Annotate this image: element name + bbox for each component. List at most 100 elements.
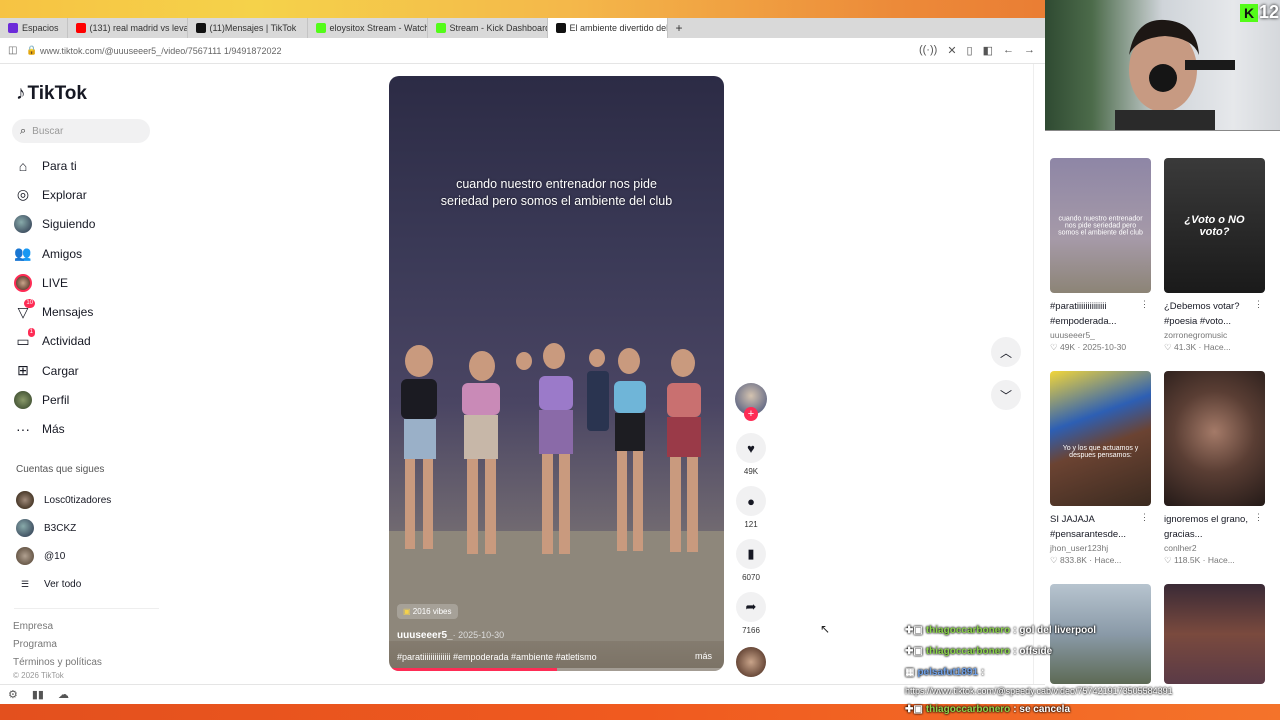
settings-icon[interactable]: ⚙ [8,688,18,701]
music-vibes-tag[interactable]: ▣ 2016 vibes [397,604,458,619]
recommended-thumbnail[interactable]: Yo y los que actuamos y despues pensamos… [1050,371,1151,506]
nav-perfil[interactable]: Perfil [14,385,95,414]
following-item[interactable]: B3CKZ [16,514,111,542]
tab-tiktok-messages[interactable]: (11)Mensajes | TikTok [188,18,308,38]
following-avatar-icon [14,215,32,234]
forward-icon[interactable]: → [1024,44,1035,57]
back-icon[interactable]: ← [1003,44,1014,57]
like-button[interactable]: ♥ [736,433,766,463]
nav-cargar[interactable]: ⊞ Cargar [14,356,95,385]
footer-link-terminos[interactable]: Términos y políticas [13,654,102,672]
recommended-title[interactable]: SI JAJAJA #pensarantesde... [1050,512,1142,542]
bookmark-icon[interactable]: ▯ [967,44,973,57]
more-options-icon[interactable]: ⋮ [1254,299,1263,310]
recommended-stats: ♡ 41.3K · Hace... [1164,342,1231,352]
lock-icon: 🔒 [26,45,38,55]
recommended-panel: cuando nuestro entrenador nos pide serie… [1033,64,1280,704]
compass-icon: ◎ [16,186,30,203]
recommended-user[interactable]: jhon_user123hj [1050,543,1151,553]
footer-link-programa[interactable]: Programa [13,636,102,654]
nav-live[interactable]: LIVE [14,268,95,297]
recommended-thumbnail[interactable]: ¿Voto o NO voto? [1164,158,1265,293]
video-hashtags[interactable]: #paratiiiiiiiiiiiiii #empoderada #ambien… [397,652,697,662]
split-view-icon[interactable]: ◧ [983,44,993,57]
recommended-card[interactable]: ¿Voto o NO voto? ¿Debemos votar? #poesia… [1164,158,1265,353]
tab-youtube[interactable]: (131) real madrid vs levant [68,18,188,38]
address-bar[interactable]: ◫ 🔒 www.tiktok.com/@uuuseeer5_/video/756… [0,38,1045,64]
video-actions: + ♥ 49K ● 121 ▮ 6070 ➦ 7166 [734,383,768,677]
cloud-icon[interactable]: ☁ [58,688,69,701]
more-description-button[interactable]: más [695,651,712,661]
recommended-card[interactable]: ignoremos el grano, gracias... ⋮ conlher… [1164,371,1265,566]
tab-tiktok-video[interactable]: El ambiente divertido del c [547,18,668,38]
video-overlay-caption: cuando nuestro entrenador nos pide serie… [440,177,673,208]
friends-icon: 👥 [14,245,32,262]
sidebar-toggle-icon[interactable]: ◫ [8,45,17,56]
nav-siguiendo[interactable]: Siguiendo [14,210,95,239]
recommended-card[interactable]: Yo y los que actuamos y despues pensamos… [1050,371,1151,566]
following-list: Losc0tizadores B3CKZ @10 ☰ Ver todo [16,486,111,598]
stream-chat: ✚▣ thiagoccarbonero: gol del liverpool ✚▣… [905,620,1280,699]
tab-kick-stream[interactable]: eloysitox Stream - Watch L [308,18,428,38]
search-input[interactable]: ⌕ Buscar [12,119,150,143]
kick-logo-icon: K [1240,4,1258,22]
see-all-following[interactable]: ☰ Ver todo [16,570,111,598]
translate-icon[interactable]: ✕ [947,44,956,57]
media-controls-icon[interactable]: ▮▮ [32,688,44,701]
cast-icon[interactable]: ((·)) [919,44,937,57]
tab-strip: Espacios (131) real madrid vs levant (11… [0,18,1045,38]
previous-video-button[interactable]: ︿ [991,337,1021,367]
tiktok-logo[interactable]: ♪ TikTok [16,83,87,105]
recommended-title[interactable]: ignoremos el grano, gracias... [1164,512,1256,542]
next-video-button[interactable]: ﹀ [991,380,1021,410]
nav-mensajes[interactable]: ▽ 10 Mensajes [14,297,95,326]
list-icon: ☰ [20,578,30,589]
url-text[interactable]: www.tiktok.com/@uuuseeer5_/video/7567111… [40,46,281,56]
video-player[interactable]: cuando nuestro entrenador nos pide serie… [389,76,724,671]
recommended-user[interactable]: zorronegromusic [1164,330,1265,340]
follow-plus-icon[interactable]: + [744,407,758,421]
tab-kick-dashboard[interactable]: Stream - Kick Dashboard [428,18,548,38]
recommended-title[interactable]: #paratiiiiiiiiiiiiii #empoderada... [1050,299,1142,329]
nav-para-ti[interactable]: ⌂ Para ti [14,151,95,180]
author-name[interactable]: uuuseeer5_ [397,630,453,641]
home-icon: ⌂ [18,157,28,174]
sidebar-divider [14,608,159,609]
following-item[interactable]: Losc0tizadores [16,486,111,514]
live-icon [14,273,32,292]
like-count: 49K [743,467,759,476]
nav-mas[interactable]: ··· Más [14,415,95,444]
copyright: © 2026 TikTok [13,671,64,680]
search-placeholder: Buscar [32,125,64,137]
chat-message-link: https://www.tiktok.com/@speedy.cab/video… [905,686,1173,696]
avatar [16,547,34,565]
video-author[interactable]: uuuseeer5_· 2025-10-30 [397,630,504,641]
nav-explorar[interactable]: ◎ Explorar [14,180,95,209]
creator-avatar[interactable]: + [735,383,767,421]
more-options-icon[interactable]: ⋮ [1140,299,1149,310]
share-button[interactable]: ➦ [736,592,766,622]
following-item[interactable]: @10 [16,542,111,570]
kick-icon [435,23,446,33]
search-icon: ⌕ [20,124,27,137]
save-button[interactable]: ▮ [736,539,766,569]
recommended-title[interactable]: ¿Debemos votar? #poesia #voto... [1164,299,1256,329]
tab-workspaces[interactable]: Espacios [0,18,68,38]
recommended-user[interactable]: uuuseeer5_ [1050,330,1151,340]
music-disc-icon[interactable] [736,647,766,677]
recommended-card[interactable]: cuando nuestro entrenador nos pide serie… [1050,158,1151,353]
comment-button[interactable]: ● [736,486,766,516]
footer-link-empresa[interactable]: Empresa [13,618,102,636]
more-options-icon[interactable]: ⋮ [1140,512,1149,523]
more-options-icon[interactable]: ⋮ [1254,512,1263,523]
chevron-up-icon: ︿ [999,345,1012,360]
video-progress-bar[interactable] [389,668,724,671]
recommended-thumbnail[interactable]: cuando nuestro entrenador nos pide serie… [1050,158,1151,293]
new-tab-button[interactable]: + [668,18,691,38]
recommended-user[interactable]: conlher2 [1164,543,1265,553]
nav-actividad[interactable]: ▭ 1 Actividad [14,327,95,356]
recommended-thumbnail[interactable] [1164,371,1265,506]
comment-count: 121 [744,520,758,529]
nav-amigos[interactable]: 👥 Amigos [14,239,95,268]
sidebar-nav: ⌂ Para ti ◎ Explorar Siguiendo 👥 Amigos LIV… [14,151,95,444]
